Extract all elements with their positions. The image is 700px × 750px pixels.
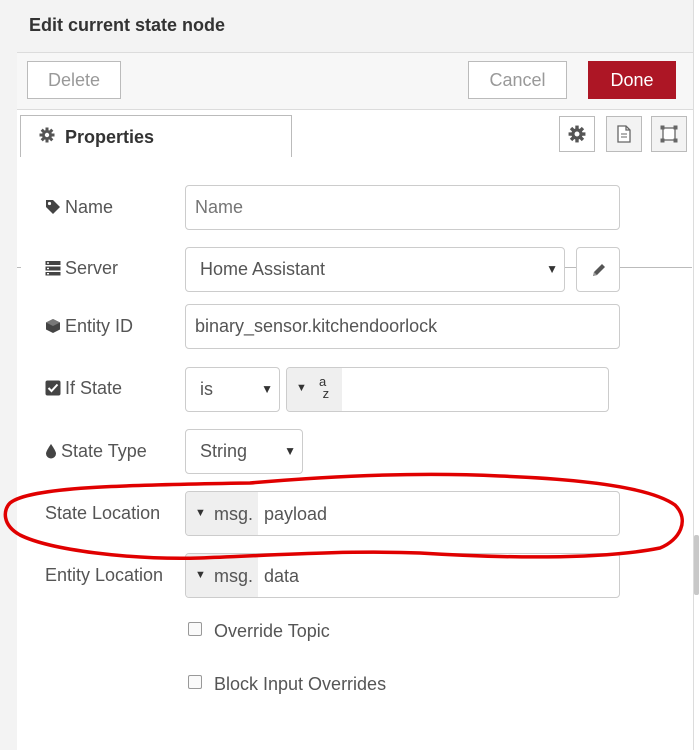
type-selector[interactable]: ▼ a z	[287, 368, 342, 411]
workspace-edge	[0, 0, 18, 750]
server-select[interactable]: Home Assistant ▼	[185, 247, 565, 292]
gear-icon	[39, 127, 55, 143]
state-location-typed-input[interactable]: ▼ msg. payload	[185, 491, 620, 536]
tray-header: Edit current state node	[17, 0, 693, 53]
if-state-label: If State	[45, 378, 122, 399]
tab-settings[interactable]	[559, 116, 595, 152]
tab-properties[interactable]: Properties	[20, 115, 292, 157]
server-label: Server	[45, 258, 118, 279]
tabs-bar: Properties	[17, 110, 693, 268]
block-input-overrides-label: Block Input Overrides	[214, 674, 387, 694]
string-type-icon: a z	[319, 374, 330, 401]
tab-description[interactable]	[606, 116, 642, 152]
type-selector[interactable]: ▼ msg.	[186, 554, 258, 597]
pencil-icon	[593, 264, 605, 276]
delete-button[interactable]: Delete	[27, 61, 121, 99]
tabs-divider	[17, 267, 21, 268]
entity-location-typed-input[interactable]: ▼ msg. data	[185, 553, 620, 598]
tray-title: Edit current state node	[29, 15, 226, 35]
override-topic-checkbox[interactable]	[188, 622, 202, 636]
dropdown-arrow-icon: ▼	[284, 444, 296, 458]
state-type-value: String	[200, 441, 248, 461]
dropdown-arrow-icon: ▼	[546, 262, 558, 276]
state-location-value: payload	[264, 504, 328, 524]
done-button[interactable]: Done	[588, 61, 676, 99]
state-location-label: State Location	[45, 503, 161, 523]
if-state-typed-input[interactable]: ▼ a z	[286, 367, 609, 412]
scrollbar-thumb[interactable]	[694, 535, 699, 595]
edit-node-tray: Edit current state node Delete Cancel Do…	[17, 0, 693, 750]
state-type-select[interactable]: String ▼	[185, 429, 303, 474]
cube-icon	[46, 319, 60, 333]
override-topic-label: Override Topic	[214, 621, 330, 641]
document-icon	[617, 125, 631, 143]
checkbox-checked-icon	[45, 380, 61, 396]
type-label: msg.	[214, 504, 254, 524]
caret-down-icon: ▼	[195, 569, 206, 581]
name-input[interactable]	[185, 185, 620, 230]
name-label: Name	[45, 197, 113, 218]
cancel-button[interactable]: Cancel	[468, 61, 567, 99]
entity-id-input[interactable]	[185, 304, 620, 349]
gear-icon	[568, 125, 586, 143]
edit-server-button[interactable]	[576, 247, 620, 292]
caret-down-icon: ▼	[195, 507, 206, 519]
type-selector[interactable]: ▼ msg.	[186, 492, 258, 535]
if-state-operator-value: is	[200, 379, 213, 399]
tag-icon	[46, 200, 60, 214]
if-state-operator-select[interactable]: is ▼	[185, 367, 280, 412]
type-label: msg.	[214, 566, 254, 586]
tab-appearance[interactable]	[651, 116, 687, 152]
server-value: Home Assistant	[200, 259, 326, 279]
entity-location-label: Entity Location	[45, 565, 164, 585]
droplet-icon	[46, 444, 56, 459]
server-icon	[45, 261, 61, 276]
tray-toolbar: Delete Cancel Done	[17, 53, 693, 110]
tab-properties-label: Properties	[65, 127, 155, 147]
scrollbar-track[interactable]	[693, 0, 700, 750]
block-input-overrides-checkbox[interactable]	[188, 675, 202, 689]
caret-down-icon: ▼	[296, 382, 307, 394]
dropdown-arrow-icon: ▼	[261, 382, 273, 396]
state-type-label: State Type	[45, 441, 147, 462]
entity-location-value: data	[264, 566, 300, 586]
entity-id-label: Entity ID	[45, 316, 133, 337]
frame-icon	[660, 125, 678, 143]
